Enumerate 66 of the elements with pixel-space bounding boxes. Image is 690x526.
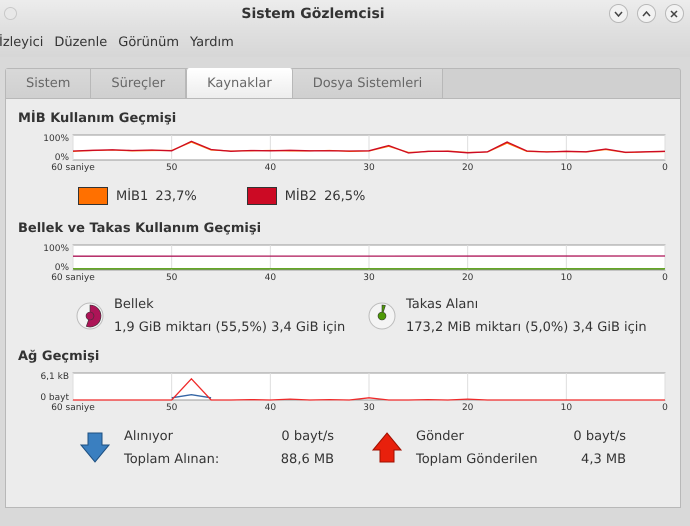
tab[interactable]: Dosya Sistemleri: [292, 69, 444, 98]
axis-label: 20: [462, 403, 474, 413]
chevron-up-icon: [642, 10, 651, 16]
axis-label: 50: [166, 403, 178, 413]
close-icon: [670, 10, 678, 18]
chevron-down-icon: [614, 10, 623, 16]
section-heading: MİB Kullanım Geçmişi: [18, 111, 178, 126]
meter-label: Takas Alanı: [406, 297, 480, 312]
window-dot: [4, 7, 17, 20]
rate-value: 0 bayt/s: [280, 429, 334, 444]
meter-label: Bellek: [114, 297, 155, 312]
axis-label: 100%: [43, 134, 69, 144]
axis-label: 10: [560, 273, 572, 283]
pie-icon: [368, 302, 396, 330]
axis-label: 0 bayt: [40, 393, 69, 403]
axis-label: 30: [363, 273, 375, 283]
total-value: 4,3 MB: [580, 452, 626, 467]
minimize-button[interactable]: [608, 4, 628, 23]
menu-item[interactable]: İzleyici: [0, 34, 50, 50]
axis-label: 20: [462, 163, 474, 173]
axis-label: 0%: [54, 153, 69, 163]
axis-label: 0%: [54, 263, 69, 273]
section-heading: Ağ Geçmişi: [18, 349, 100, 364]
up-arrow-icon: [372, 432, 402, 464]
axis-label: 0: [662, 163, 668, 173]
tab[interactable]: Süreçler: [91, 69, 186, 98]
axis-label: 30: [363, 163, 375, 173]
usage-text: 1,9 GiB miktarı (55,5%) 3,4 GiB için: [114, 320, 346, 335]
axis-label: 40: [264, 403, 276, 413]
axis-label: 40: [264, 163, 276, 173]
menu-item[interactable]: Görünüm: [118, 34, 186, 50]
window-title: Sistem Gözlemcisi: [241, 6, 385, 22]
menu-item[interactable]: Yardım: [190, 34, 240, 50]
axis-label: 40: [264, 273, 276, 283]
total-value: 88,6 MB: [280, 452, 334, 467]
axis-label: 50: [166, 163, 178, 173]
tab[interactable]: Sistem: [6, 69, 92, 98]
axis-label: 10: [560, 403, 572, 413]
axis-label: 6,1 kB: [40, 372, 69, 382]
pie-icon: [76, 302, 104, 330]
legend-swatch[interactable]: [246, 187, 277, 205]
section-heading: Bellek ve Takas Kullanım Geçmişi: [18, 221, 262, 236]
legend-swatch[interactable]: [78, 187, 108, 205]
usage-text: 173,2 MiB miktarı (5,0%) 3,4 GiB için: [406, 320, 647, 335]
rate-label: Alınıyor: [124, 429, 174, 444]
axis-label: 0: [662, 273, 668, 283]
legend-label: MİB1 23,7%: [116, 188, 197, 204]
axis-label: 100%: [43, 244, 69, 254]
axis-label: 20: [462, 273, 474, 283]
axis-label: 50: [166, 273, 178, 283]
total-label: Toplam Alınan:: [124, 452, 220, 467]
axis-label: 10: [560, 163, 572, 173]
rate-value: 0 bayt/s: [572, 429, 626, 444]
axis-label: 60 saniye: [51, 163, 95, 173]
axis-label: 30: [363, 403, 375, 413]
menu-item[interactable]: Düzenle: [54, 34, 114, 50]
rate-label: Gönder: [416, 429, 465, 444]
legend-label: MİB2 26,5%: [284, 188, 366, 204]
axis-label: 60 saniye: [51, 403, 95, 413]
axis-label: 60 saniye: [51, 273, 95, 283]
close-button[interactable]: [664, 4, 684, 23]
down-arrow-icon: [80, 432, 110, 464]
maximize-button[interactable]: [636, 4, 656, 23]
tab[interactable]: Kaynaklar: [186, 68, 293, 98]
total-label: Toplam Gönderilen: [416, 452, 539, 467]
axis-label: 0: [662, 403, 668, 413]
